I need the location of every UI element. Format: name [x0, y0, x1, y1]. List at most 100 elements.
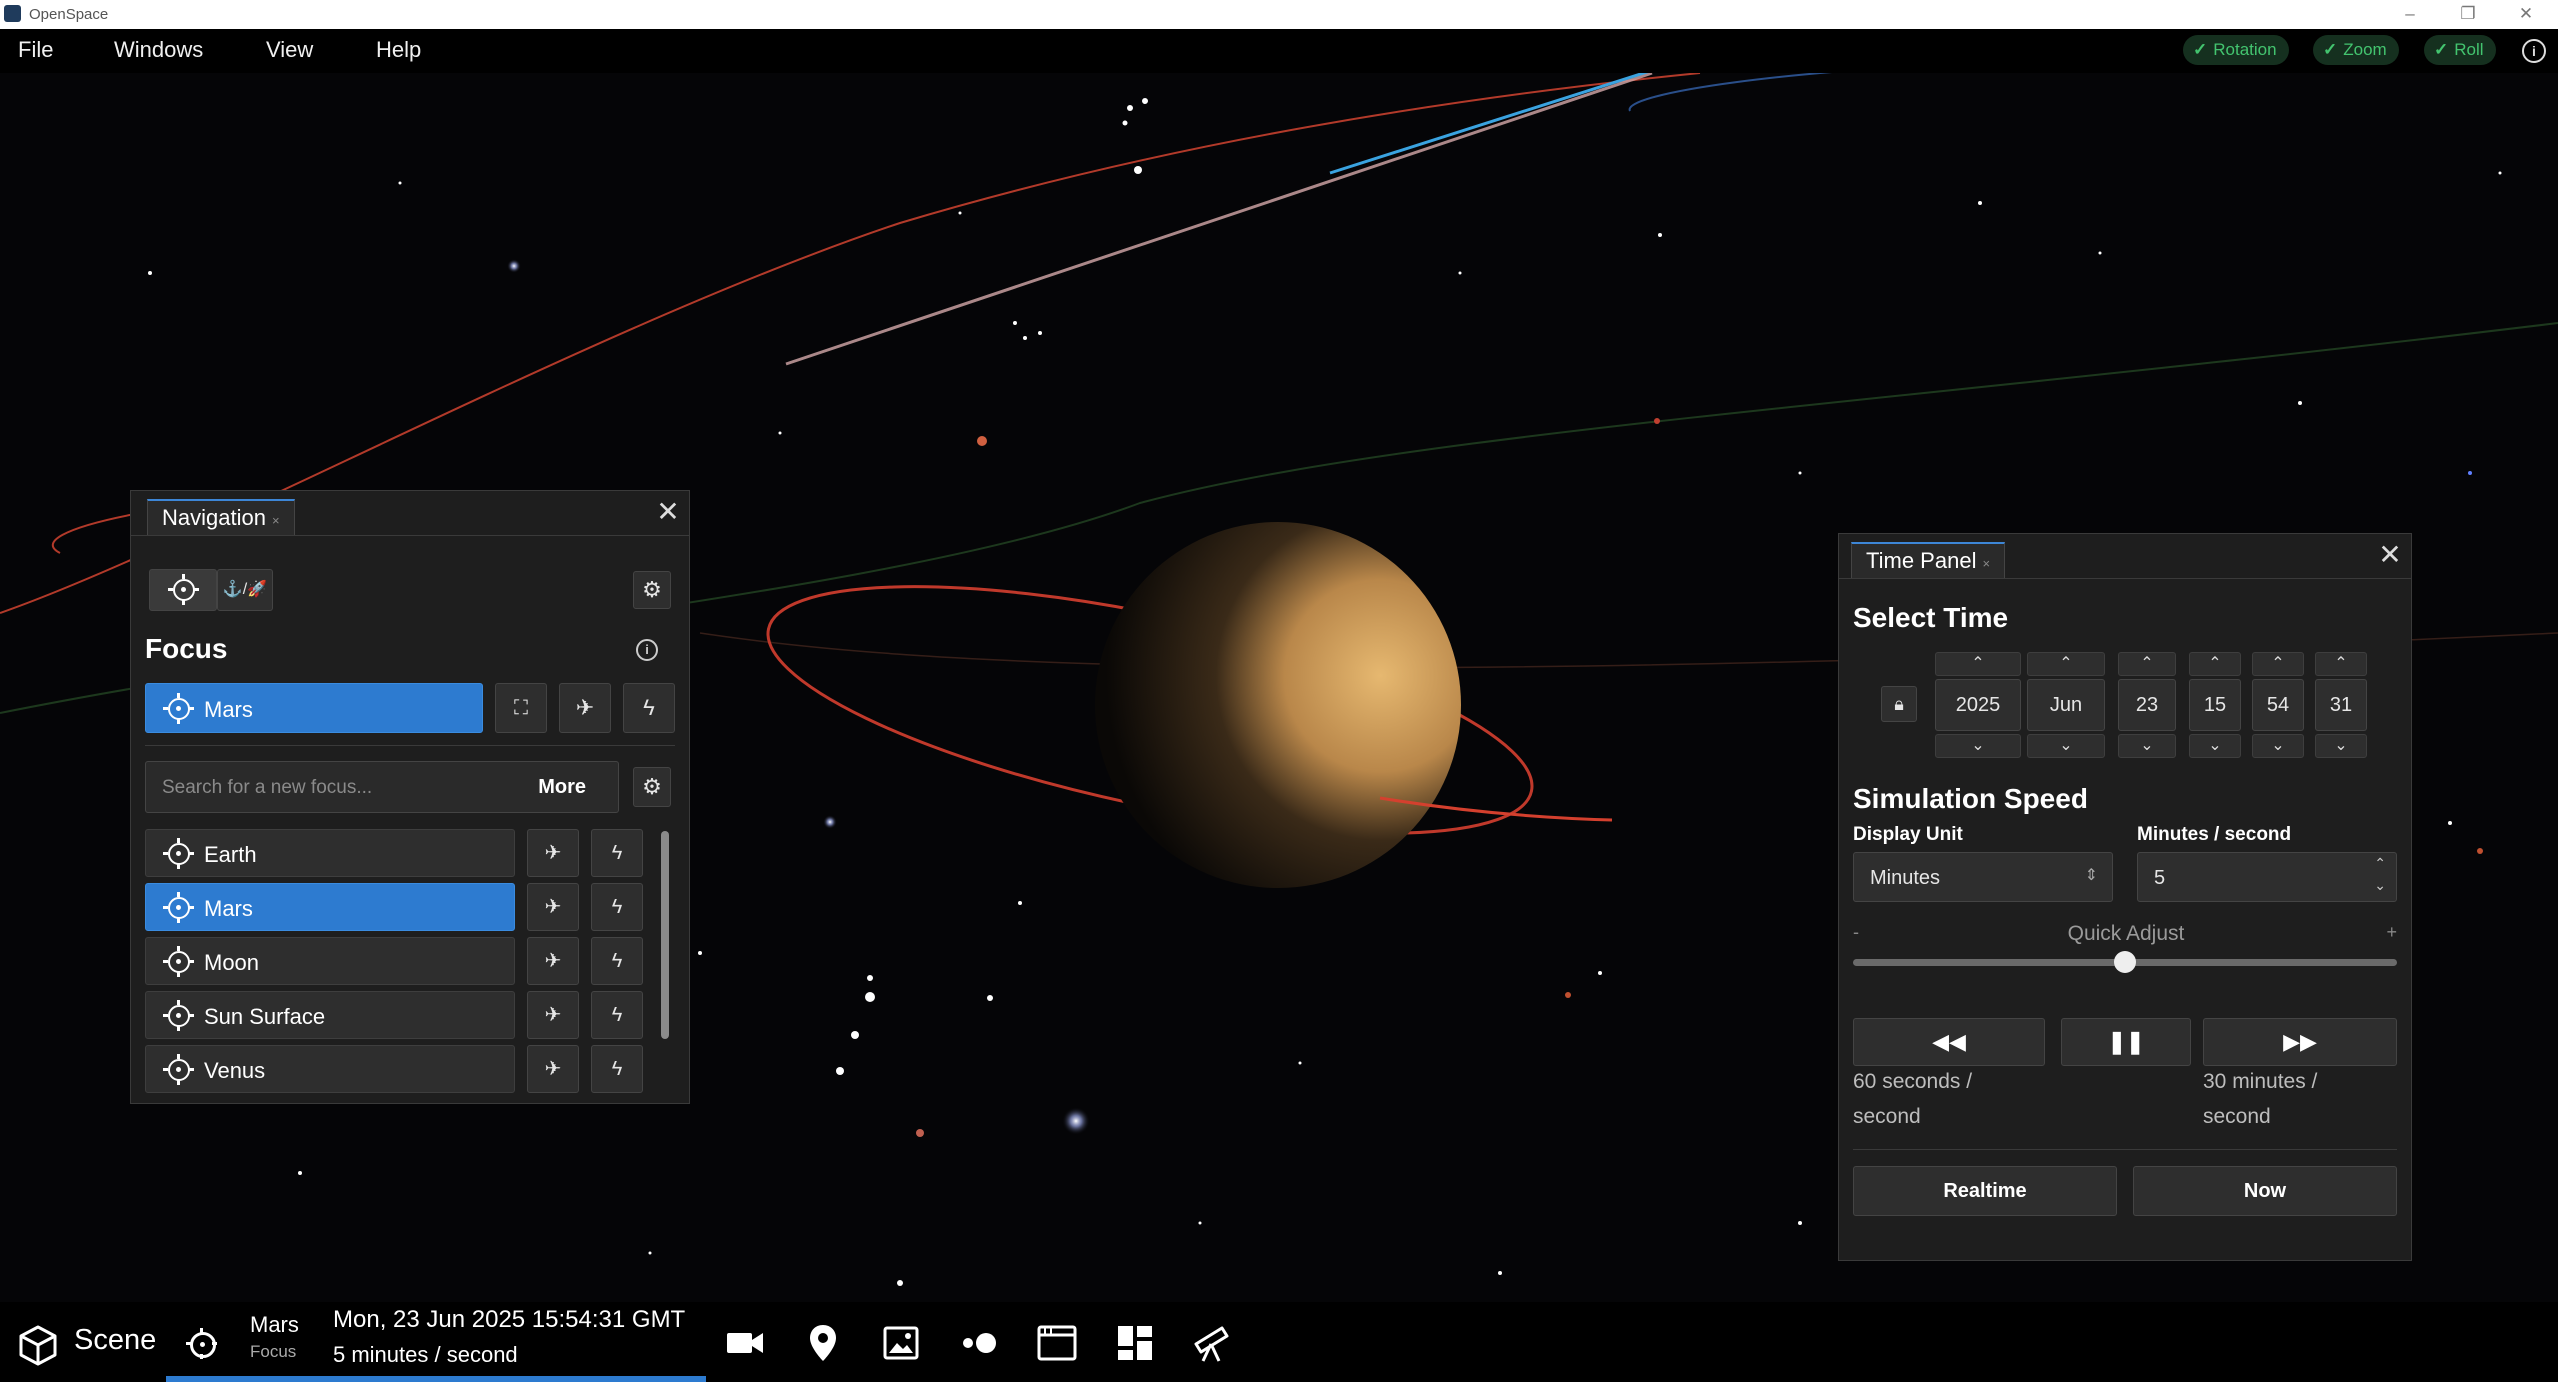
focus-mode-button[interactable] [149, 569, 217, 611]
focus-list-item-label: Mars [204, 896, 253, 921]
focus-list-item[interactable]: Moon [145, 937, 515, 985]
fly-to-button[interactable]: ✈ [527, 829, 579, 877]
lightning-icon: ϟ [611, 1058, 623, 1080]
time-panel-tab-label: Time Panel [1866, 548, 1977, 573]
month-increment-button[interactable]: ⌃ [2027, 652, 2105, 676]
fly-to-button[interactable]: ✈ [527, 937, 579, 985]
chevron-up-icon: ⌃ [2334, 655, 2348, 672]
telescope-icon[interactable] [1192, 1322, 1234, 1364]
day-decrement-button[interactable]: ⌄ [2118, 734, 2176, 758]
focus-icon [163, 1000, 194, 1031]
focus-list-item[interactable]: Venus [145, 1045, 515, 1093]
menu-help[interactable]: Help [376, 37, 421, 63]
fly-to-button[interactable]: ✈ [559, 683, 611, 733]
dashboard-icon[interactable] [1114, 1322, 1156, 1364]
stepper-up-icon[interactable]: ⌃ [2374, 855, 2386, 872]
navigation-tab[interactable]: Navigation × [147, 499, 295, 535]
info-icon[interactable]: i [2522, 39, 2546, 63]
maximize-button[interactable]: ❐ [2440, 0, 2496, 29]
hour-increment-button[interactable]: ⌃ [2189, 652, 2241, 676]
menu-file[interactable]: File [18, 37, 53, 63]
focus-search-input[interactable]: Search for a new focus... [162, 777, 372, 799]
focus-icon [168, 574, 199, 605]
fly-to-button[interactable]: ✈ [527, 1045, 579, 1093]
focus-icon [186, 1328, 217, 1359]
year-increment-button[interactable]: ⌃ [1935, 652, 2021, 676]
search-settings-button[interactable]: ⚙ [633, 767, 671, 807]
realtime-button[interactable]: Realtime [1853, 1166, 2117, 1216]
display-unit-select[interactable]: Minutes ⇕ [1853, 852, 2113, 902]
jump-to-button[interactable]: ϟ [591, 991, 643, 1039]
tab-close-icon[interactable]: × [272, 513, 280, 528]
hour-field[interactable]: 15 [2189, 679, 2241, 731]
minimize-button[interactable]: – [2382, 0, 2438, 29]
fly-to-button[interactable]: ✈ [527, 991, 579, 1039]
second-increment-button[interactable]: ⌃ [2315, 652, 2367, 676]
year-field[interactable]: 2025 [1935, 679, 2021, 731]
scrollbar-thumb[interactable] [661, 831, 669, 1039]
chevron-down-icon: ⌄ [2334, 737, 2348, 754]
frame-focus-button[interactable]: ⛶ [495, 683, 547, 733]
day-field[interactable]: 23 [2118, 679, 2176, 731]
display-unit-label: Display Unit [1853, 824, 1963, 845]
info-icon[interactable]: i [636, 639, 658, 661]
minute-field[interactable]: 54 [2252, 679, 2304, 731]
cube-icon[interactable] [18, 1324, 58, 1366]
map-pin-icon[interactable] [802, 1322, 844, 1364]
menu-view[interactable]: View [266, 37, 313, 63]
airplane-icon: ✈ [575, 695, 595, 720]
rate-input[interactable]: 5 ⌃ ⌄ [2137, 852, 2397, 902]
time-panel-tab[interactable]: Time Panel × [1851, 542, 2006, 578]
year-decrement-button[interactable]: ⌄ [1935, 734, 2021, 758]
focus-list-item[interactable]: Sun Surface [145, 991, 515, 1039]
chevron-up-icon: ⌃ [1971, 655, 1985, 672]
pause-button[interactable]: ❚❚ [2061, 1018, 2191, 1066]
rotation-toggle[interactable]: ✓ Rotation [2183, 35, 2289, 65]
window-icon[interactable] [1036, 1322, 1078, 1364]
jump-to-button[interactable]: ϟ [591, 1045, 643, 1093]
anchor-aim-mode-button[interactable]: ⚓/🚀 [217, 569, 273, 611]
month-decrement-button[interactable]: ⌄ [2027, 734, 2105, 758]
current-focus-button[interactable]: Mars [145, 683, 483, 733]
hour-decrement-button[interactable]: ⌄ [2189, 734, 2241, 758]
navigation-settings-button[interactable]: ⚙ [633, 571, 671, 609]
fly-to-button[interactable]: ✈ [527, 883, 579, 931]
quick-adjust-knob[interactable] [2114, 951, 2136, 973]
toggle-icon[interactable] [958, 1322, 1000, 1364]
image-icon[interactable] [880, 1322, 922, 1364]
jump-to-button[interactable]: ϟ [623, 683, 675, 733]
focus-list-item[interactable]: Mars [145, 883, 515, 931]
anchor-icon: ⚓/🚀 [222, 581, 268, 598]
second-field[interactable]: 31 [2315, 679, 2367, 731]
focus-time-group[interactable]: Mars Focus Mon, 23 Jun 2025 15:54:31 GMT… [166, 1302, 706, 1382]
minute-increment-button[interactable]: ⌃ [2252, 652, 2304, 676]
zoom-toggle[interactable]: ✓ Zoom [2313, 35, 2399, 65]
roll-toggle[interactable]: ✓ Roll [2424, 35, 2496, 65]
close-window-button[interactable]: ✕ [2498, 0, 2554, 29]
fast-forward-button[interactable]: ▶▶ [2203, 1018, 2397, 1066]
jump-to-button[interactable]: ϟ [591, 829, 643, 877]
now-button[interactable]: Now [2133, 1166, 2397, 1216]
second-decrement-button[interactable]: ⌄ [2315, 734, 2367, 758]
menu-windows[interactable]: Windows [114, 37, 203, 63]
stepper-down-icon[interactable]: ⌄ [2374, 877, 2386, 894]
focus-search-box[interactable]: Search for a new focus... More [145, 761, 619, 813]
day-increment-button[interactable]: ⌃ [2118, 652, 2176, 676]
close-navigation-button[interactable]: ✕ [653, 497, 683, 527]
navigation-panel: Navigation × ✕ ⚓/🚀 ⚙ Focus i Mars ⛶ ✈ ϟ S… [130, 490, 690, 1104]
camera-icon[interactable] [724, 1322, 766, 1364]
month-field[interactable]: Jun [2027, 679, 2105, 731]
divider [1853, 1149, 2397, 1150]
lock-time-button[interactable]: 🔒︎ [1881, 686, 1917, 722]
mars-planet[interactable] [1095, 522, 1461, 888]
roll-toggle-label: Roll [2454, 40, 2484, 59]
jump-to-button[interactable]: ϟ [591, 937, 643, 985]
minute-decrement-button[interactable]: ⌄ [2252, 734, 2304, 758]
focus-list-item[interactable]: Earth [145, 829, 515, 877]
close-time-panel-button[interactable]: ✕ [2375, 540, 2405, 570]
scene-button[interactable]: Scene [74, 1324, 156, 1357]
more-button[interactable]: More [538, 776, 586, 799]
tab-close-icon[interactable]: × [1982, 556, 1990, 571]
jump-to-button[interactable]: ϟ [591, 883, 643, 931]
rewind-button[interactable]: ◀◀ [1853, 1018, 2045, 1066]
